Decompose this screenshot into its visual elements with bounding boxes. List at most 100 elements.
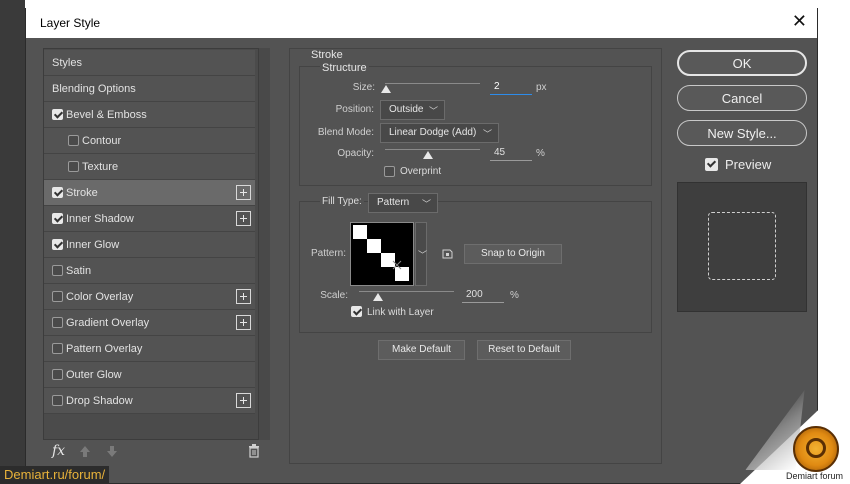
blend-mode-dropdown[interactable]: Linear Dodge (Add) ﹀ bbox=[380, 123, 499, 143]
scale-slider-thumb[interactable] bbox=[373, 293, 383, 301]
style-checkbox[interactable] bbox=[52, 265, 63, 276]
style-checkbox[interactable] bbox=[52, 369, 63, 380]
fill-type-label: Fill Type: bbox=[320, 196, 364, 207]
style-item-gradient-overlay[interactable]: Gradient Overlay bbox=[44, 310, 255, 336]
style-item-drop-shadow[interactable]: Drop Shadow bbox=[44, 388, 255, 414]
size-unit: px bbox=[536, 82, 547, 93]
style-item-label: Outer Glow bbox=[66, 369, 122, 381]
scale-slider[interactable] bbox=[359, 291, 454, 292]
style-item-bevel-emboss[interactable]: Bevel & Emboss bbox=[44, 102, 255, 128]
style-item-label: Contour bbox=[82, 135, 122, 147]
style-item-inner-glow[interactable]: Inner Glow bbox=[44, 232, 255, 258]
opacity-slider[interactable] bbox=[385, 149, 480, 150]
pattern-swatch[interactable] bbox=[350, 222, 414, 286]
style-checkbox[interactable] bbox=[52, 239, 63, 250]
preview-checkbox[interactable] bbox=[705, 158, 718, 171]
title-bar: Layer Style ✕ bbox=[26, 8, 817, 38]
style-item-contour[interactable]: Contour bbox=[44, 128, 255, 154]
style-checkbox[interactable] bbox=[52, 317, 63, 328]
structure-title: Structure bbox=[320, 62, 369, 74]
size-slider[interactable] bbox=[385, 83, 480, 84]
fill-type-value: Pattern bbox=[377, 197, 410, 208]
snap-to-origin-button[interactable]: Snap to Origin bbox=[464, 244, 562, 264]
style-item-stroke[interactable]: Stroke bbox=[44, 180, 255, 206]
style-item-label: Inner Glow bbox=[66, 239, 120, 251]
style-item-label: Gradient Overlay bbox=[66, 317, 150, 329]
style-checkbox[interactable] bbox=[52, 109, 63, 120]
section-title-stroke: Stroke bbox=[311, 49, 343, 61]
add-effect-icon[interactable] bbox=[236, 185, 251, 200]
reset-to-default-button[interactable]: Reset to Default bbox=[477, 340, 571, 360]
style-item-outer-glow[interactable]: Outer Glow bbox=[44, 362, 255, 388]
forum-logo-emblem bbox=[806, 438, 826, 458]
make-default-button[interactable]: Make Default bbox=[378, 340, 465, 360]
preview-label: Preview bbox=[725, 157, 772, 172]
overprint-checkbox[interactable] bbox=[384, 166, 395, 177]
fx-icon[interactable]: fx bbox=[52, 443, 65, 459]
pattern-preview-icon bbox=[353, 225, 409, 281]
new-style-button[interactable]: New Style... bbox=[677, 120, 807, 146]
chevron-down-icon: ﹀ bbox=[418, 250, 428, 260]
chevron-down-icon: ﹀ bbox=[421, 199, 431, 209]
scale-unit: % bbox=[510, 290, 519, 301]
opacity-slider-thumb[interactable] bbox=[422, 151, 433, 159]
arrow-down-icon[interactable] bbox=[106, 445, 118, 458]
pattern-label: Pattern: bbox=[311, 248, 347, 259]
chevron-down-icon: ﹀ bbox=[482, 129, 492, 139]
opacity-unit: % bbox=[536, 148, 545, 159]
style-checkbox[interactable] bbox=[52, 343, 63, 354]
add-effect-icon[interactable] bbox=[236, 289, 251, 304]
style-checkbox[interactable] bbox=[52, 213, 63, 224]
style-item-texture[interactable]: Texture bbox=[44, 154, 255, 180]
close-icon[interactable]: ✕ bbox=[792, 11, 807, 32]
scale-input[interactable]: 200 bbox=[462, 289, 504, 303]
size-input[interactable]: 2 bbox=[490, 81, 532, 95]
pattern-picker-button[interactable]: ﹀ bbox=[415, 222, 427, 286]
style-item-label: Styles bbox=[52, 57, 82, 69]
style-item-satin[interactable]: Satin bbox=[44, 258, 255, 284]
add-effect-icon[interactable] bbox=[236, 315, 251, 330]
style-item-label: Pattern Overlay bbox=[66, 343, 143, 355]
styles-list-scrollbar[interactable] bbox=[258, 48, 270, 440]
trash-icon[interactable] bbox=[248, 444, 260, 458]
watermark-link[interactable]: Demiart.ru/forum/ bbox=[0, 466, 110, 484]
style-item-label: Blending Options bbox=[52, 83, 136, 95]
size-slider-thumb[interactable] bbox=[380, 85, 391, 93]
size-label: Size: bbox=[352, 82, 375, 93]
blend-mode-label: Blend Mode: bbox=[317, 127, 374, 138]
add-effect-icon[interactable] bbox=[236, 211, 251, 226]
style-item-styles[interactable]: Styles bbox=[44, 50, 255, 76]
style-item-label: Bevel & Emboss bbox=[66, 109, 147, 121]
style-checkbox[interactable] bbox=[52, 187, 63, 198]
style-item-label: Satin bbox=[66, 265, 92, 277]
style-checkbox[interactable] bbox=[52, 395, 63, 406]
style-checkbox[interactable] bbox=[52, 291, 63, 302]
forum-badge-text: Demiart forum bbox=[786, 471, 844, 481]
style-item-label: Color Overlay bbox=[66, 291, 134, 303]
cancel-button[interactable]: Cancel bbox=[677, 85, 807, 111]
add-effect-icon[interactable] bbox=[236, 393, 251, 408]
blend-mode-value: Linear Dodge (Add) bbox=[389, 127, 477, 138]
style-item-label: Texture bbox=[82, 161, 119, 173]
chevron-down-icon: ﹀ bbox=[428, 106, 438, 116]
fill-type-dropdown[interactable]: Pattern ﹀ bbox=[368, 193, 438, 213]
new-preset-icon[interactable] bbox=[442, 248, 453, 259]
style-item-inner-shadow[interactable]: Inner Shadow bbox=[44, 206, 255, 232]
arrow-up-icon[interactable] bbox=[79, 445, 91, 458]
scale-label: Scale: bbox=[320, 290, 348, 301]
style-checkbox[interactable] bbox=[68, 135, 79, 146]
ok-button[interactable]: OK bbox=[677, 50, 807, 76]
link-with-layer-checkbox[interactable] bbox=[351, 306, 362, 317]
style-item-pattern-overlay[interactable]: Pattern Overlay bbox=[44, 336, 255, 362]
style-item-blending-options[interactable]: Blending Options bbox=[44, 76, 255, 102]
style-item-label: Stroke bbox=[66, 187, 98, 199]
opacity-input[interactable]: 45 bbox=[490, 147, 532, 161]
position-dropdown[interactable]: Outside ﹀ bbox=[380, 100, 445, 120]
style-item-label: Drop Shadow bbox=[66, 395, 133, 407]
style-checkbox[interactable] bbox=[68, 161, 79, 172]
style-item-color-overlay[interactable]: Color Overlay bbox=[44, 284, 255, 310]
opacity-label: Opacity: bbox=[337, 148, 374, 159]
position-value: Outside bbox=[389, 104, 424, 115]
dialog-title: Layer Style bbox=[40, 16, 101, 30]
preview-shape bbox=[708, 212, 776, 280]
